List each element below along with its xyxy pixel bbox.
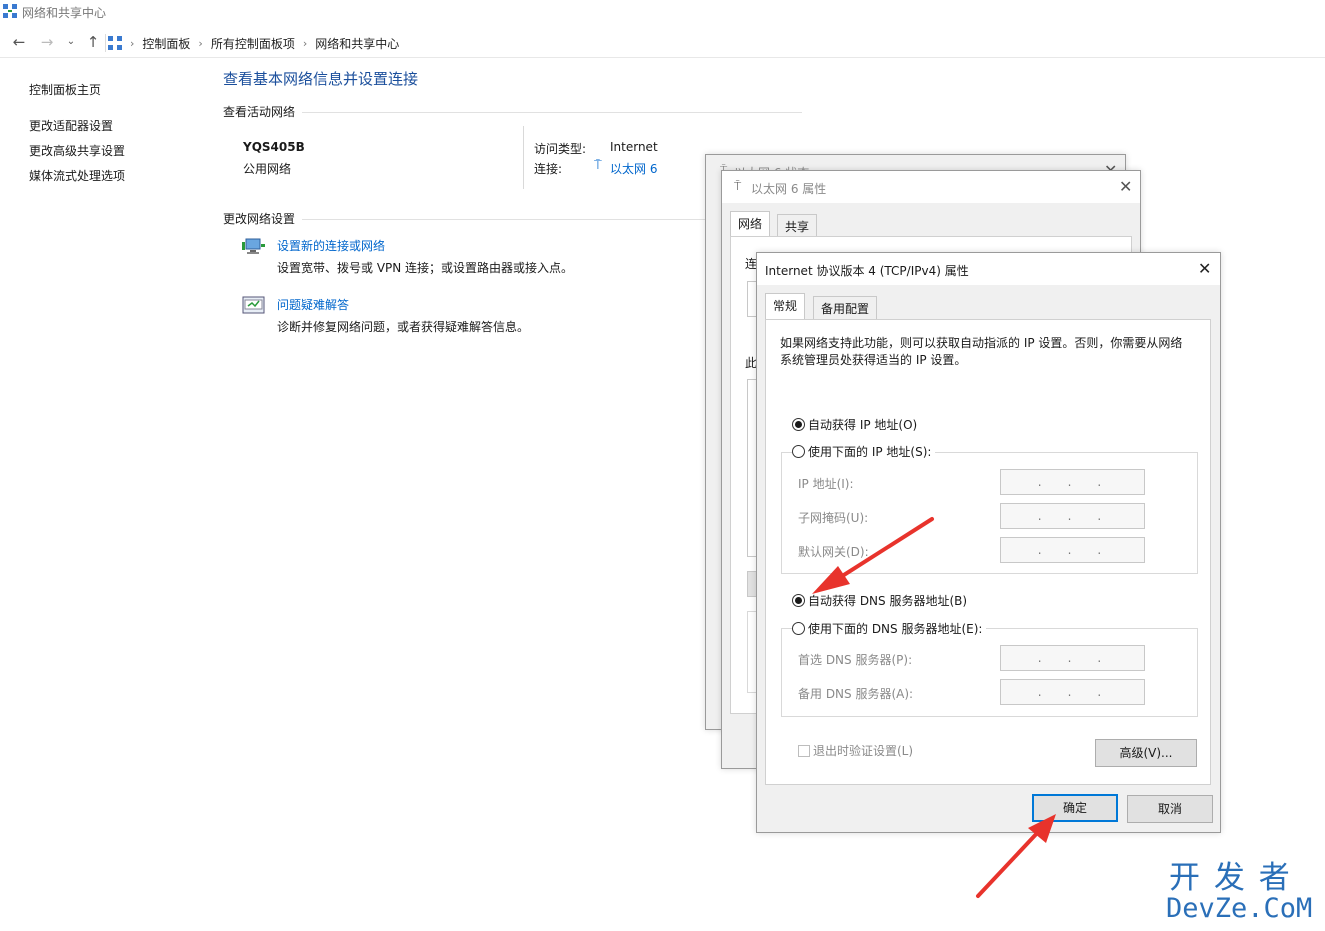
watermark-en: DevZe.CoM (1166, 893, 1313, 924)
red-arrow-dns (812, 517, 934, 594)
red-arrow-ok (976, 814, 1056, 898)
watermark-cn: 开 发 者 (1169, 860, 1292, 896)
annotation-overlay (812, 517, 1056, 898)
